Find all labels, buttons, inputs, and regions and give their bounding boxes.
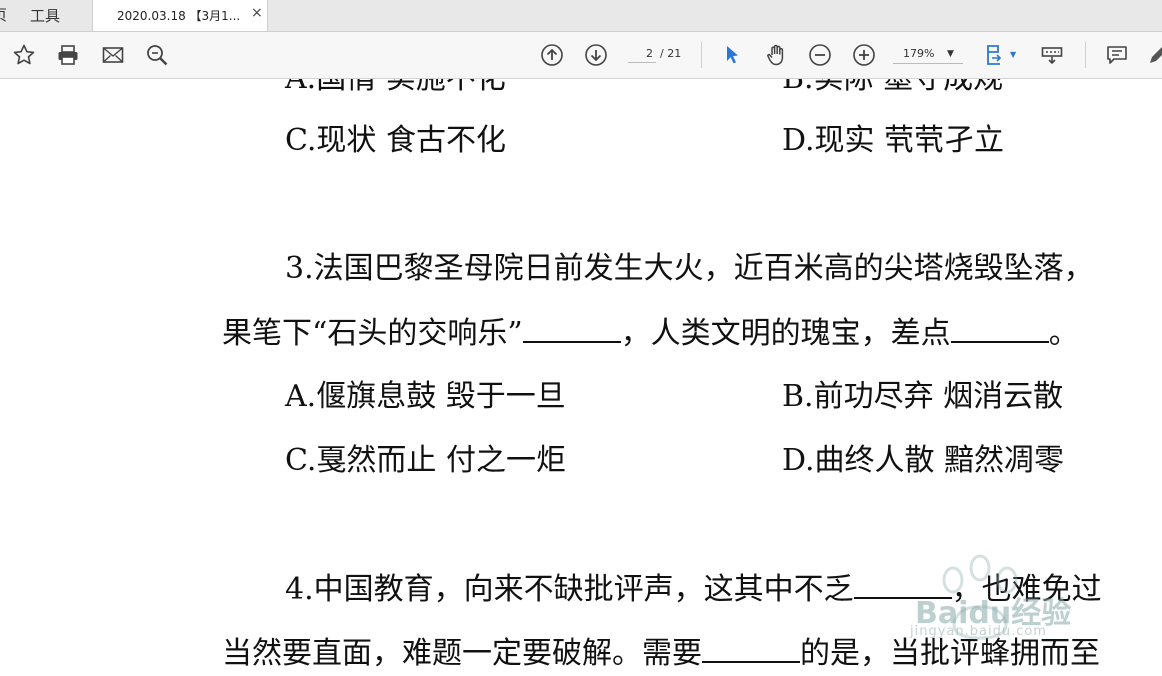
zoom-value: 179%: [903, 47, 935, 60]
hand-icon[interactable]: [764, 43, 788, 67]
q4-text-b: ，也难免过: [951, 572, 1102, 607]
option-a-q2: A.国情 实施不化: [285, 79, 506, 97]
print-icon[interactable]: [56, 43, 80, 67]
page-number-input[interactable]: 2: [628, 45, 656, 63]
document-view[interactable]: A.国情 实施不化 B.实际 墨守成规 C.现状 食古不化 D.现实 茕茕孑立 …: [0, 79, 1162, 676]
fit-page-icon[interactable]: [984, 43, 1008, 67]
question-3-line-1: 3.法国巴黎圣母院日前发生大火，近百米高的尖塔烧毁坠落，: [285, 251, 1094, 286]
fill-in-blank: [702, 635, 800, 663]
option-d-q3: D.曲终人散 黯然凋零: [782, 443, 1065, 478]
fill-in-blank: [853, 571, 952, 599]
select-cursor-icon[interactable]: [720, 43, 744, 67]
comment-icon[interactable]: [1105, 43, 1129, 67]
zoom-out-icon[interactable]: [808, 43, 832, 67]
arrow-down-circle-icon[interactable]: [584, 43, 608, 67]
tab-bar: 页 工具 2020.03.18 【3月1... ×: [0, 0, 1162, 32]
tab-tools[interactable]: 工具: [30, 5, 60, 26]
option-c-q3: C.戛然而止 付之一炬: [285, 443, 566, 478]
tab-close-icon[interactable]: ×: [251, 5, 263, 21]
arrow-up-circle-icon[interactable]: [540, 43, 564, 67]
fill-in-blank: [950, 315, 1049, 343]
star-icon[interactable]: [12, 43, 36, 67]
fit-page-caret-icon[interactable]: ▼: [1010, 50, 1016, 59]
option-b-q2: B.实际 墨守成规: [782, 79, 1003, 97]
page-total: / 21: [660, 47, 682, 60]
tab-document[interactable]: 2020.03.18 【3月1... ×: [92, 0, 268, 31]
toolbar-divider-2: [1085, 42, 1086, 68]
question-4-line-1: 4.中国教育，向来不缺批评声，这其中不乏 ，也难免过: [285, 571, 1102, 608]
watermark-url: jingyan.baidu.com: [910, 624, 1047, 639]
q4-text-c: 当然要直面，难题一定要破解。需要: [222, 636, 702, 671]
option-d-q2: D.现实 茕茕孑立: [782, 123, 1005, 158]
pen-icon[interactable]: [1146, 43, 1162, 67]
question-4-line-2: 当然要直面，难题一定要破解。需要 的是，当批评蜂拥而至: [222, 635, 1100, 672]
option-c-q2: C.现状 食古不化: [285, 123, 506, 158]
toolbar-toggle-icon[interactable]: [1040, 43, 1064, 67]
chevron-down-icon: ▼: [947, 49, 954, 59]
fill-in-blank: [522, 315, 621, 343]
q3-text-b: ，人类文明的瑰宝，差点: [620, 316, 951, 351]
q4-text-d: 的是，当批评蜂拥而至: [800, 636, 1100, 671]
question-3-line-2: 果笔下“石头的交响乐” ，人类文明的瑰宝，差点 。: [222, 315, 1079, 352]
toolbar: 2 / 21 179% ▼ ▼: [0, 32, 1162, 79]
zoom-select[interactable]: 179% ▼: [893, 45, 963, 64]
tab-document-title: 2020.03.18 【3月1...: [117, 9, 241, 23]
option-b-q3: B.前功尽弃 烟消云散: [782, 379, 1064, 414]
q3-text-c: 。: [1048, 316, 1079, 351]
zoom-in-icon[interactable]: [852, 43, 876, 67]
toolbar-divider: [701, 42, 702, 68]
q3-text-a: 果笔下“石头的交响乐”: [222, 316, 523, 351]
search-icon[interactable]: [145, 43, 169, 67]
tab-home-partial[interactable]: 页: [0, 4, 7, 25]
q4-text-a: 4.中国教育，向来不缺批评声，这其中不乏: [285, 572, 854, 607]
option-a-q3: A.偃旗息鼓 毁于一旦: [285, 379, 566, 414]
mail-icon[interactable]: [101, 43, 125, 67]
